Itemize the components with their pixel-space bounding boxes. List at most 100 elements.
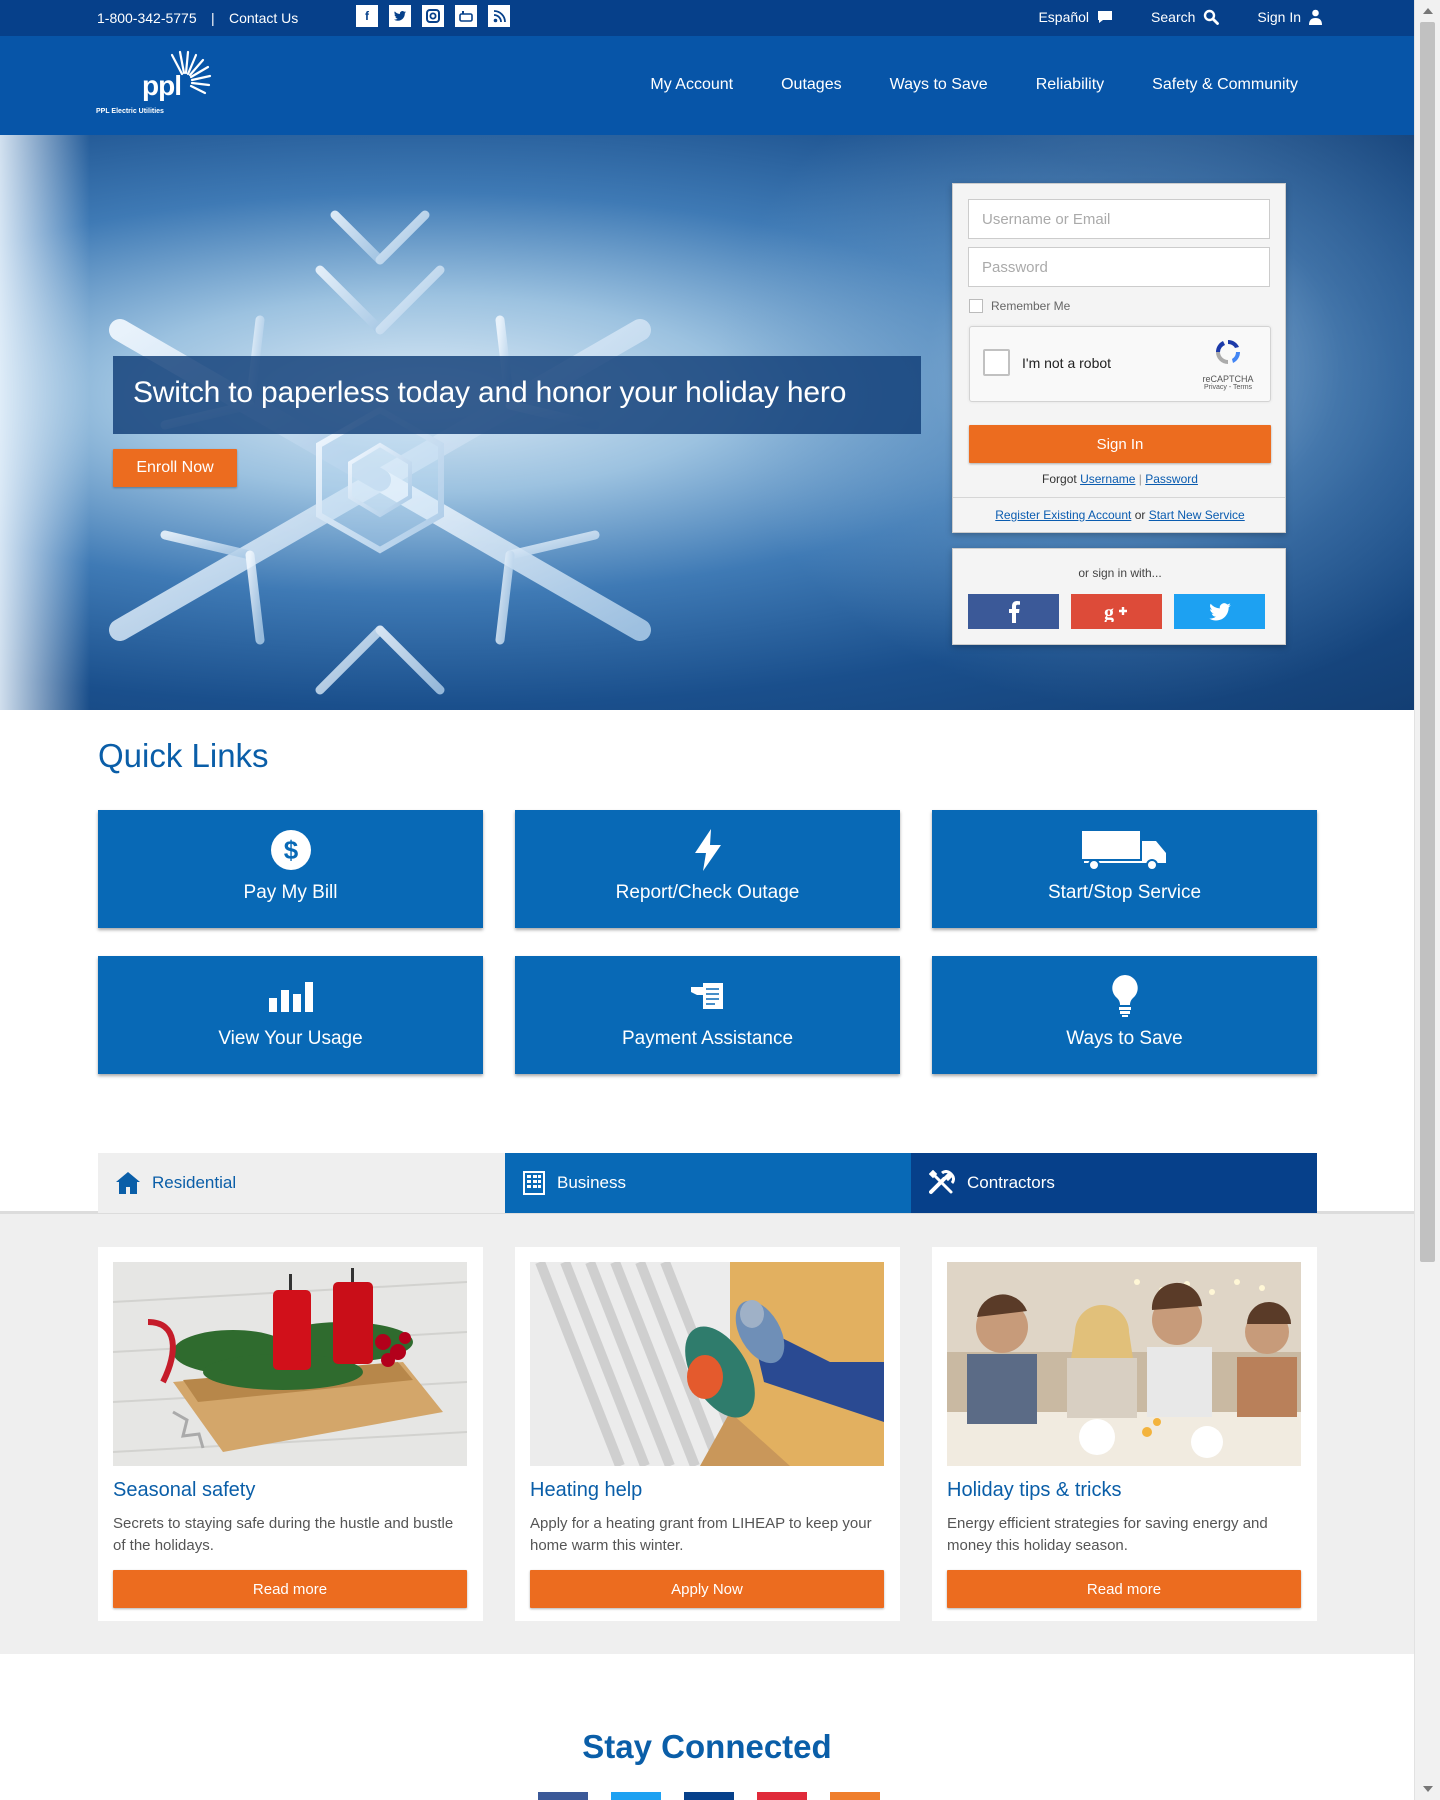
main-navbar: ppl PPL Electric Utilities My Account Ou…	[0, 36, 1414, 135]
scroll-down-arrow[interactable]	[1423, 1786, 1433, 1792]
start-new-service-link[interactable]: Start New Service	[1149, 508, 1245, 522]
svg-text:g: g	[1104, 602, 1114, 622]
recaptcha-label: I'm not a robot	[1022, 355, 1112, 371]
espanol-label: Español	[1038, 9, 1090, 25]
youtube-icon[interactable]	[455, 5, 477, 27]
primary-nav: My Account Outages Ways to Save Reliabil…	[650, 76, 1298, 94]
quick-links-title: Quick Links	[98, 737, 269, 774]
social-login-prompt: or sign in with...	[1078, 566, 1162, 580]
tab-label: Residential	[152, 1173, 237, 1192]
sign-in-link[interactable]: Sign In	[1257, 9, 1322, 25]
quick-link-label: Report/Check Outage	[615, 882, 800, 903]
recaptcha-widget: I'm not a robot reCAPTCHA Privacy - Term…	[969, 326, 1271, 402]
remember-checkbox[interactable]	[969, 299, 983, 313]
forgot-credentials: Forgot Username | Password	[953, 472, 1287, 486]
password-input[interactable]	[968, 247, 1270, 287]
page: 1-800-342-5775 | Contact Us f Español Se…	[0, 0, 1414, 1800]
ppl-logo[interactable]: ppl PPL Electric Utilities	[96, 50, 216, 120]
search-label: Search	[1151, 9, 1196, 25]
heating-image	[530, 1262, 884, 1466]
google-plus-login-button[interactable]: g	[1071, 594, 1162, 629]
login-panel: Remember Me I'm not a robot reCAPTCHA Pr…	[952, 183, 1286, 533]
recaptcha-icon	[1215, 339, 1241, 364]
utility-right: Español Search Sign In	[1038, 9, 1322, 25]
facebook-icon	[1008, 600, 1020, 623]
tab-label: Contractors	[967, 1173, 1055, 1192]
page-scrollbar[interactable]	[1414, 0, 1440, 1800]
building-icon	[523, 1171, 545, 1195]
quick-link-report-outage[interactable]: Report/Check Outage	[515, 810, 900, 928]
truck-icon	[932, 828, 1317, 872]
scroll-thumb[interactable]	[1420, 22, 1435, 1262]
phone-link[interactable]: 1-800-342-5775	[97, 10, 197, 26]
twitter-icon[interactable]	[611, 1792, 661, 1800]
quick-link-payment-assistance[interactable]: Payment Assistance	[515, 956, 900, 1074]
nav-outages[interactable]: Outages	[781, 76, 841, 94]
social-login-buttons: g	[968, 594, 1265, 629]
twitter-icon[interactable]	[389, 5, 411, 27]
sign-in-button[interactable]: Sign In	[969, 425, 1271, 463]
read-more-button[interactable]: Read more	[947, 1570, 1301, 1608]
rss-icon[interactable]	[830, 1792, 880, 1800]
apply-now-button[interactable]: Apply Now	[530, 1570, 884, 1608]
tools-icon	[929, 1170, 955, 1194]
recaptcha-brand: reCAPTCHA	[1202, 374, 1254, 384]
stay-connected-title: Stay Connected	[582, 1728, 832, 1765]
forgot-prefix: Forgot	[1042, 472, 1077, 486]
social-links: f	[356, 5, 510, 27]
quick-links-grid: $ Pay My Bill Report/Check Outage Start/…	[98, 810, 1317, 1074]
card-holiday-tips: Holiday tips & tricks Energy efficient s…	[932, 1247, 1317, 1621]
enroll-now-button[interactable]: Enroll Now	[113, 449, 237, 487]
recaptcha-checkbox[interactable]	[983, 349, 1010, 376]
remember-me[interactable]: Remember Me	[969, 299, 1070, 313]
bar-chart-icon	[98, 974, 483, 1018]
candles-image	[113, 1262, 467, 1466]
card-text: Apply for a heating grant from LIHEAP to…	[530, 1515, 872, 1554]
youtube-icon[interactable]	[757, 1792, 807, 1800]
svg-text:$: $	[283, 835, 298, 865]
username-input[interactable]	[968, 199, 1270, 239]
espanol-link[interactable]: Español	[1038, 9, 1113, 25]
forgot-username-link[interactable]: Username	[1080, 472, 1135, 486]
rss-icon[interactable]	[488, 5, 510, 27]
nav-ways-to-save[interactable]: Ways to Save	[890, 76, 988, 94]
quick-link-label: Pay My Bill	[243, 882, 338, 903]
sign-in-label: Sign In	[1257, 9, 1301, 25]
utility-bar: 1-800-342-5775 | Contact Us f Español Se…	[0, 0, 1414, 36]
utility-separator: |	[211, 10, 215, 26]
tab-residential[interactable]: Residential	[98, 1153, 505, 1213]
nav-my-account[interactable]: My Account	[650, 76, 733, 94]
scroll-up-arrow[interactable]	[1423, 8, 1433, 14]
card-title[interactable]: Seasonal safety	[113, 1479, 255, 1502]
quick-link-ways-to-save[interactable]: Ways to Save	[932, 956, 1317, 1074]
quick-link-view-usage[interactable]: View Your Usage	[98, 956, 483, 1074]
forgot-password-link[interactable]: Password	[1145, 472, 1198, 486]
hand-bill-icon	[515, 974, 900, 1018]
tab-business[interactable]: Business	[505, 1153, 911, 1213]
read-more-button[interactable]: Read more	[113, 1570, 467, 1608]
card-title[interactable]: Heating help	[530, 1479, 642, 1502]
nav-reliability[interactable]: Reliability	[1036, 76, 1104, 94]
instagram-icon[interactable]	[684, 1792, 734, 1800]
nav-safety-community[interactable]: Safety & Community	[1152, 76, 1298, 94]
dollar-icon: $	[98, 828, 483, 872]
forgot-separator: |	[1138, 472, 1142, 486]
contact-us-link[interactable]: Contact Us	[229, 10, 298, 26]
tab-contractors[interactable]: Contractors	[911, 1153, 1317, 1213]
quick-link-label: View Your Usage	[218, 1028, 363, 1049]
quick-link-start-stop-service[interactable]: Start/Stop Service	[932, 810, 1317, 928]
recaptcha-links[interactable]: Privacy - Terms	[1198, 384, 1258, 391]
facebook-icon[interactable]: f	[356, 5, 378, 27]
twitter-login-button[interactable]	[1174, 594, 1265, 629]
card-seasonal-safety: Seasonal safety Secrets to staying safe …	[98, 1247, 483, 1621]
facebook-login-button[interactable]	[968, 594, 1059, 629]
register-account-link[interactable]: Register Existing Account	[995, 508, 1131, 522]
logo-subtitle: PPL Electric Utilities	[96, 108, 164, 115]
search-icon	[1204, 9, 1220, 25]
house-icon	[116, 1172, 140, 1194]
facebook-icon[interactable]	[538, 1792, 588, 1800]
card-title[interactable]: Holiday tips & tricks	[947, 1479, 1122, 1502]
quick-link-pay-my-bill[interactable]: $ Pay My Bill	[98, 810, 483, 928]
search-link[interactable]: Search	[1151, 9, 1220, 25]
instagram-icon[interactable]	[422, 5, 444, 27]
